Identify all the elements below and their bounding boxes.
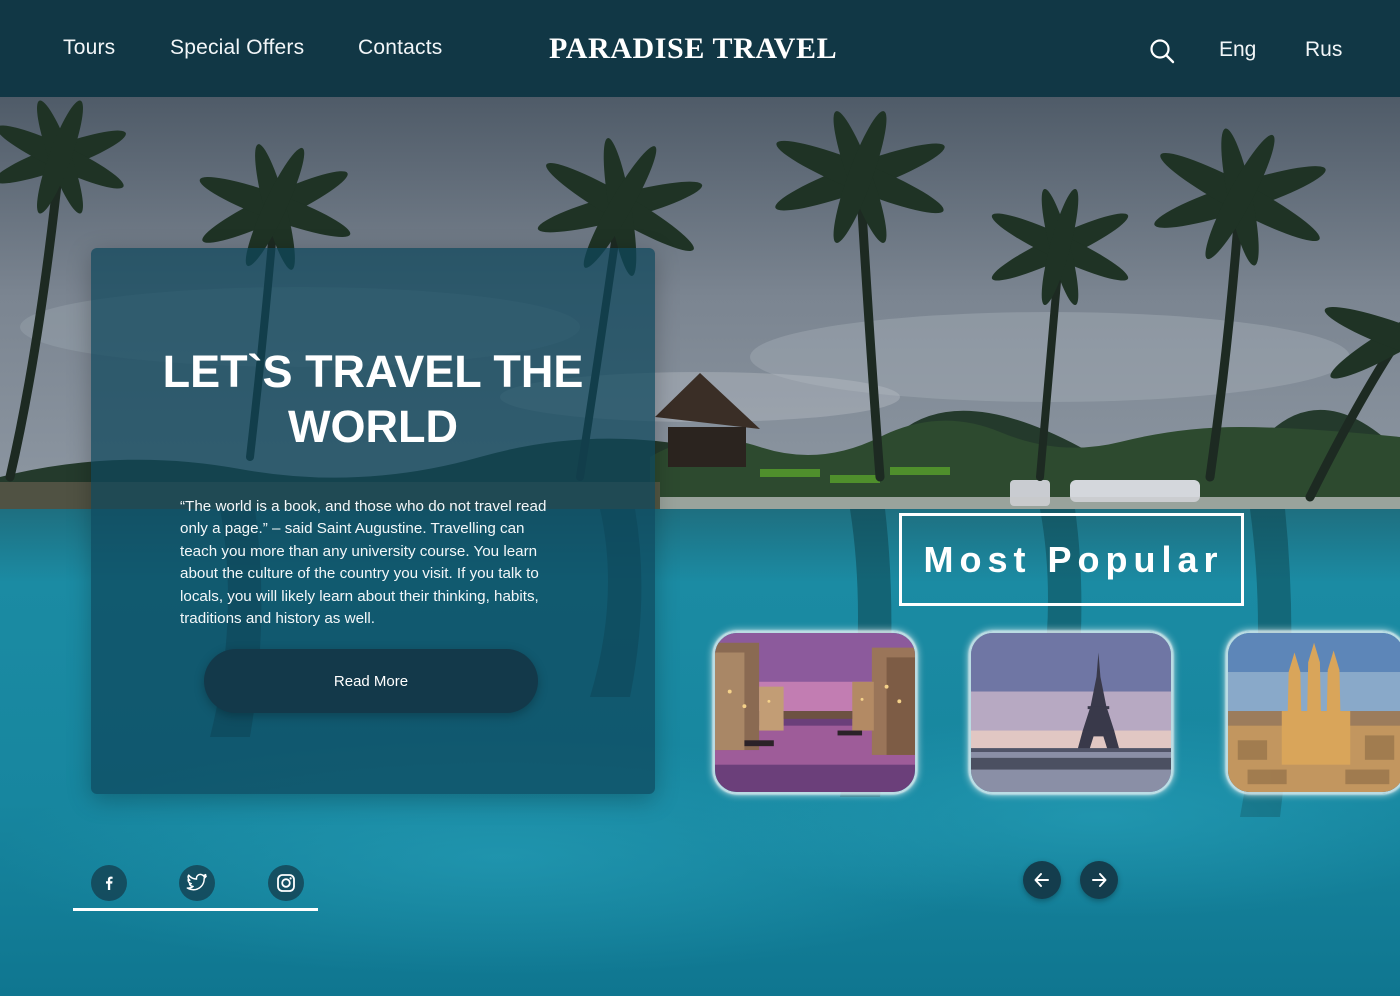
carousel-next-button[interactable]	[1080, 861, 1118, 899]
language-rus-link[interactable]: Rus	[1305, 38, 1342, 62]
intro-card: LET`S TRAVEL THE WORLD “The world is a b…	[91, 248, 655, 794]
destination-card-venice[interactable]	[713, 631, 917, 794]
facebook-link[interactable]	[91, 865, 127, 901]
intro-paragraph: “The world is a book, and those who do n…	[180, 498, 547, 628]
venice-canal-image	[715, 633, 915, 792]
nav-contacts-link[interactable]: Contacts	[358, 36, 442, 60]
destination-card-barcelona[interactable]	[1226, 631, 1400, 794]
arrow-right-icon	[1092, 873, 1107, 887]
destination-card-paris[interactable]	[969, 631, 1173, 794]
twitter-icon	[186, 873, 207, 891]
language-eng-link[interactable]: Eng	[1219, 38, 1256, 62]
hero-title: LET`S TRAVEL THE WORLD	[162, 346, 584, 452]
site-logo[interactable]: PARADISE TRAVEL	[549, 32, 837, 66]
top-navigation-bar: Tours Special Offers Contacts PARADISE T…	[0, 0, 1400, 97]
read-more-button[interactable]: Read More	[204, 649, 538, 713]
eiffel-tower-image	[971, 633, 1171, 792]
most-popular-heading-box: Most Popular	[899, 513, 1244, 606]
carousel-prev-button[interactable]	[1023, 861, 1061, 899]
social-underline-divider	[73, 908, 318, 911]
facebook-icon	[106, 876, 113, 890]
nav-tours-link[interactable]: Tours	[63, 36, 115, 60]
nav-special-offers-link[interactable]: Special Offers	[170, 36, 304, 60]
instagram-link[interactable]	[268, 865, 304, 901]
instagram-icon	[277, 874, 295, 892]
twitter-link[interactable]	[179, 865, 215, 901]
search-icon[interactable]	[1149, 38, 1175, 64]
most-popular-title: Most Popular	[923, 538, 1224, 580]
arrow-left-icon	[1034, 873, 1049, 887]
sagrada-familia-image	[1228, 633, 1400, 792]
